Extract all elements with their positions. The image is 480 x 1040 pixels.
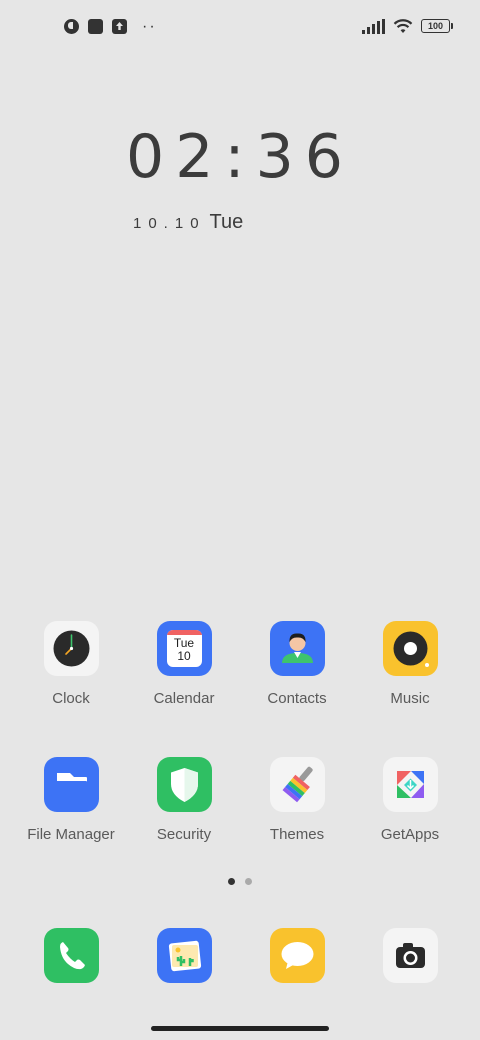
battery-level: 100: [427, 21, 444, 31]
page-indicator: [228, 878, 252, 885]
paintbrush-icon: [269, 757, 325, 812]
phone-icon: [43, 928, 99, 983]
home-gesture-bar[interactable]: [151, 1026, 329, 1031]
clock-time[interactable]: 02:36: [0, 122, 480, 192]
app-themes[interactable]: Themes: [241, 757, 353, 843]
status-bar: ·· 100: [0, 0, 480, 56]
contacts-icon: [269, 621, 325, 676]
page-dot-active: [228, 878, 235, 885]
messages-icon: [269, 928, 325, 983]
clock-date[interactable]: 10.10 Tue: [133, 211, 243, 234]
app-getapps[interactable]: GetApps: [354, 757, 466, 843]
upload-notification-icon: [112, 19, 127, 34]
system-icons: 100: [362, 18, 453, 34]
getapps-icon: [382, 757, 438, 812]
app-music[interactable]: Music: [354, 621, 466, 707]
app-notification-icon: [64, 19, 79, 34]
camera-icon: [382, 928, 438, 983]
more-notifications-icon: ··: [142, 17, 157, 35]
dock-gallery[interactable]: [128, 928, 240, 983]
battery-icon: 100: [421, 19, 453, 33]
folder-icon: [43, 757, 99, 812]
app-label: Clock: [52, 690, 90, 707]
app-label: GetApps: [380, 826, 440, 843]
dock-phone[interactable]: [15, 928, 127, 983]
app-security[interactable]: Security: [128, 757, 240, 843]
dock-camera[interactable]: [354, 928, 466, 983]
notification-icons: ··: [64, 17, 157, 35]
dock-messages[interactable]: [241, 928, 353, 983]
app-label: Calendar: [153, 690, 215, 707]
signal-strength-icon: [362, 18, 385, 34]
music-icon: [382, 621, 438, 676]
square-notification-icon: [88, 19, 103, 34]
app-clock[interactable]: Clock: [15, 621, 127, 707]
shield-icon: [156, 757, 212, 812]
app-label: Music: [390, 690, 430, 707]
app-calendar[interactable]: Tue 10 Calendar: [128, 621, 240, 707]
app-label: File Manager: [27, 826, 115, 843]
date-numeric: 10.10: [133, 215, 206, 232]
app-file-manager[interactable]: File Manager: [15, 757, 127, 843]
app-label: Themes: [269, 826, 325, 843]
calendar-date: 10: [177, 649, 191, 663]
app-contacts[interactable]: Contacts: [241, 621, 353, 707]
page-dot: [245, 878, 252, 885]
app-label: Contacts: [267, 690, 327, 707]
wifi-icon: [393, 19, 413, 33]
app-label: Security: [156, 826, 212, 843]
clock-icon: [43, 621, 99, 676]
calendar-icon: Tue 10: [156, 621, 212, 676]
date-weekday: Tue: [209, 211, 244, 233]
gallery-icon: [156, 928, 212, 983]
